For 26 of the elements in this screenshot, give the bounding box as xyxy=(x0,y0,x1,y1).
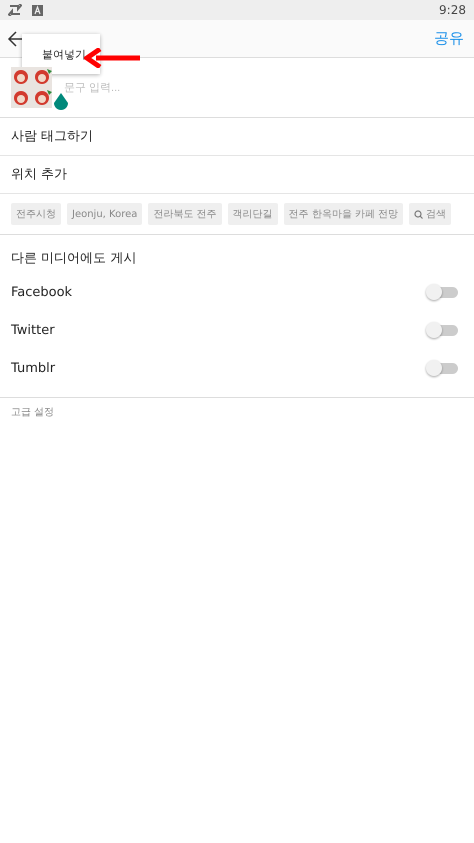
service-label: Tumblr xyxy=(11,360,56,376)
status-time: 9:28 xyxy=(439,3,466,17)
section-heading: 다른 미디어에도 게시 xyxy=(10,250,138,268)
keyboard-icon xyxy=(32,4,43,16)
search-chip[interactable]: 검색 xyxy=(409,203,452,225)
location-chip[interactable]: 객리단길 xyxy=(228,203,278,225)
share-link[interactable]: 공유 xyxy=(434,29,464,48)
toggle-switch[interactable] xyxy=(428,324,458,336)
advanced-settings-link[interactable]: 고급 설정 xyxy=(0,398,474,426)
caption-field[interactable]: 문구 입력... xyxy=(62,80,366,94)
paste-menu-item[interactable]: 붙여넣기 xyxy=(22,46,86,62)
service-label: Facebook xyxy=(11,284,72,300)
toggle-switch[interactable] xyxy=(428,362,458,374)
text-cursor-handle[interactable] xyxy=(53,93,69,113)
arrow-icon xyxy=(84,48,140,68)
location-chip[interactable]: Jeonju, Korea xyxy=(67,203,142,225)
menu-row[interactable]: 사람 태그하기 xyxy=(0,118,474,156)
location-chip[interactable]: 전라북도 전주 xyxy=(148,203,222,225)
menu-row[interactable]: 위치 추가 xyxy=(0,156,474,194)
toggle-switch[interactable] xyxy=(428,286,458,298)
location-chip[interactable]: 전주 한옥마을 카페 전망 xyxy=(284,203,404,225)
sync-icon xyxy=(8,4,22,16)
location-chip[interactable]: 전주시청 xyxy=(11,203,61,225)
search-icon xyxy=(414,210,424,218)
service-label: Twitter xyxy=(11,322,55,338)
back-arrow-icon[interactable] xyxy=(7,30,25,46)
